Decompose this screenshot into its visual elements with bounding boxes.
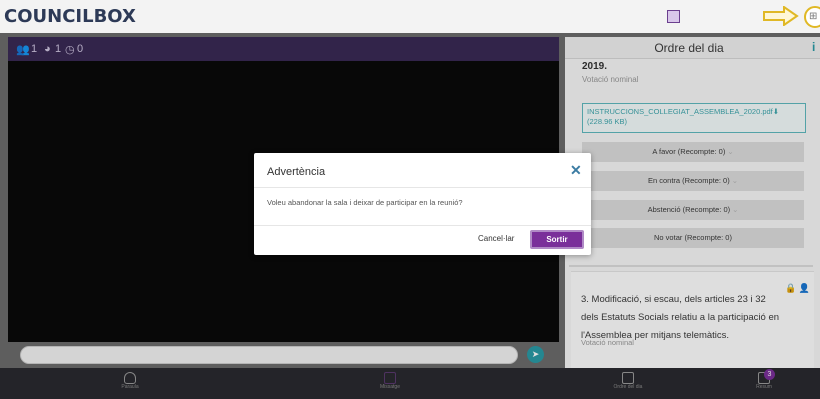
dialog-title: Advertència: [267, 166, 326, 178]
dialog-message: Voleu abandonar la sala i deixar de part…: [267, 198, 463, 207]
close-icon[interactable]: ✕: [570, 162, 582, 179]
app-logo: COUNCILBOX: [4, 6, 136, 27]
layout-toggle-icon[interactable]: [667, 10, 680, 23]
divider: [254, 187, 591, 188]
warning-dialog: Advertència ✕ Voleu abandonar la sala i …: [254, 153, 591, 255]
exit-button[interactable]: Sortir: [530, 230, 584, 249]
exit-room-icon[interactable]: ⊞: [804, 6, 820, 28]
cancel-button[interactable]: Cancel·lar: [478, 234, 514, 243]
divider: [254, 225, 591, 226]
arrow-right-icon: [763, 6, 799, 26]
top-bar: COUNCILBOX ⊞: [0, 0, 820, 33]
